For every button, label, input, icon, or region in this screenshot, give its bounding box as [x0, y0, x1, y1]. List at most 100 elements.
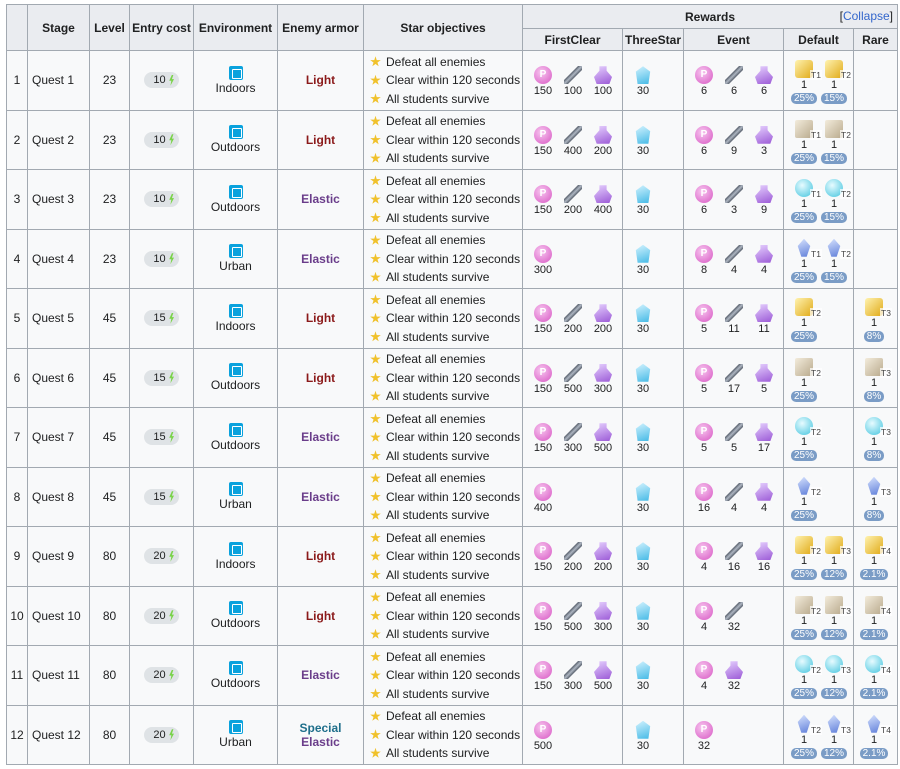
reward-item[interactable]: 500: [591, 661, 615, 693]
reward-item[interactable]: T2 1 25%: [791, 357, 822, 402]
reward-item[interactable]: P4: [692, 542, 716, 574]
reward-item[interactable]: 3: [752, 125, 776, 158]
reward-item[interactable]: T4 1 2.1%: [859, 595, 892, 640]
reward-item[interactable]: 32: [722, 661, 746, 693]
reward-item[interactable]: 200: [591, 304, 615, 336]
reward-item[interactable]: 5: [722, 423, 746, 455]
reward-item[interactable]: 11: [752, 304, 776, 336]
reward-item[interactable]: 4: [722, 482, 746, 515]
reward-item[interactable]: T3 1 8%: [862, 476, 892, 521]
reward-item[interactable]: 16: [722, 542, 746, 574]
reward-item[interactable]: P 500: [531, 720, 555, 753]
reward-item[interactable]: T2 1 25%: [791, 476, 822, 521]
reward-item[interactable]: 30: [631, 482, 655, 515]
reward-item[interactable]: T2 1 25%: [791, 417, 822, 462]
reward-item[interactable]: P 150: [531, 125, 555, 158]
reward-item[interactable]: T3 1 12%: [821, 536, 852, 581]
reward-item[interactable]: 4: [752, 244, 776, 277]
reward-item[interactable]: 16: [752, 542, 776, 574]
reward-item[interactable]: 17: [752, 423, 776, 455]
reward-item[interactable]: P 150: [531, 363, 555, 396]
reward-item[interactable]: 30: [631, 423, 655, 455]
collapse-link[interactable]: Collapse: [843, 9, 890, 23]
reward-item[interactable]: T1 1 25%: [791, 119, 822, 164]
reward-item[interactable]: T1 1 25%: [791, 238, 822, 283]
reward-item[interactable]: T4 1 2.1%: [859, 714, 892, 759]
reward-item[interactable]: P4: [692, 601, 716, 634]
reward-item[interactable]: 30: [631, 185, 655, 217]
reward-item[interactable]: 4: [722, 244, 746, 277]
reward-item[interactable]: 30: [631, 125, 655, 158]
reward-item[interactable]: P 150: [531, 542, 555, 574]
reward-item[interactable]: P 150: [531, 661, 555, 693]
reward-item[interactable]: T3 1 8%: [862, 357, 892, 402]
reward-item[interactable]: 300: [591, 363, 615, 396]
reward-item[interactable]: 3: [722, 185, 746, 217]
reward-item[interactable]: P 150: [531, 423, 555, 455]
reward-item[interactable]: P4: [692, 661, 716, 693]
reward-item[interactable]: T2 1 15%: [821, 60, 852, 105]
reward-item[interactable]: P 150: [531, 601, 555, 634]
reward-item[interactable]: T3 1 12%: [821, 595, 852, 640]
reward-item[interactable]: T3 1 12%: [821, 655, 852, 700]
reward-item[interactable]: P 400: [531, 482, 555, 515]
reward-item[interactable]: 30: [631, 304, 655, 336]
reward-item[interactable]: 4: [752, 482, 776, 515]
reward-item[interactable]: T3 1 12%: [821, 714, 852, 759]
reward-item[interactable]: P5: [692, 304, 716, 336]
reward-item[interactable]: 9: [722, 125, 746, 158]
reward-item[interactable]: 400: [591, 185, 615, 217]
reward-item[interactable]: 200: [561, 304, 585, 336]
reward-item[interactable]: 30: [631, 720, 655, 753]
reward-item[interactable]: 30: [631, 363, 655, 396]
reward-item[interactable]: 17: [722, 363, 746, 396]
reward-item[interactable]: 100: [591, 66, 615, 98]
reward-item[interactable]: T2 1 25%: [791, 298, 822, 343]
reward-item[interactable]: P 16: [692, 482, 716, 515]
reward-item[interactable]: 6: [722, 66, 746, 98]
reward-item[interactable]: P5: [692, 423, 716, 455]
reward-item[interactable]: P 32: [692, 720, 716, 753]
reward-item[interactable]: P 150: [531, 304, 555, 336]
reward-item[interactable]: 6: [752, 66, 776, 98]
reward-item[interactable]: P 150: [531, 185, 555, 217]
reward-item[interactable]: T4 1 2.1%: [859, 536, 892, 581]
reward-item[interactable]: 500: [561, 363, 585, 396]
reward-item[interactable]: T2 1 25%: [791, 655, 822, 700]
reward-item[interactable]: 500: [591, 423, 615, 455]
reward-item[interactable]: 5: [752, 363, 776, 396]
reward-item[interactable]: 30: [631, 661, 655, 693]
reward-item[interactable]: 400: [561, 125, 585, 158]
reward-item[interactable]: 32: [722, 601, 746, 634]
reward-item[interactable]: T2 1 15%: [821, 238, 852, 283]
reward-item[interactable]: 30: [631, 66, 655, 98]
reward-item[interactable]: P5: [692, 363, 716, 396]
reward-item[interactable]: 200: [591, 542, 615, 574]
reward-item[interactable]: 300: [591, 601, 615, 634]
reward-item[interactable]: P6: [692, 66, 716, 98]
reward-item[interactable]: 500: [561, 601, 585, 634]
reward-item[interactable]: 100: [561, 66, 585, 98]
reward-item[interactable]: 30: [631, 542, 655, 574]
reward-item[interactable]: 300: [561, 423, 585, 455]
reward-item[interactable]: 300: [561, 661, 585, 693]
reward-item[interactable]: 9: [752, 185, 776, 217]
reward-item[interactable]: 200: [561, 542, 585, 574]
reward-item[interactable]: T1 1 25%: [791, 60, 822, 105]
reward-item[interactable]: T4 1 2.1%: [859, 655, 892, 700]
reward-item[interactable]: T2 1 15%: [821, 119, 852, 164]
reward-item[interactable]: T3 1 8%: [862, 298, 892, 343]
reward-item[interactable]: 11: [722, 304, 746, 336]
reward-item[interactable]: T2 1 25%: [791, 714, 822, 759]
reward-item[interactable]: P6: [692, 185, 716, 217]
reward-item[interactable]: P 150: [531, 66, 555, 98]
reward-item[interactable]: T1 1 25%: [791, 179, 822, 224]
reward-item[interactable]: 200: [561, 185, 585, 217]
reward-item[interactable]: P8: [692, 244, 716, 277]
collapse-toggle[interactable]: [Collapse]: [840, 9, 893, 23]
reward-item[interactable]: P 300: [531, 244, 555, 277]
reward-item[interactable]: T2 1 25%: [791, 595, 822, 640]
reward-item[interactable]: 200: [591, 125, 615, 158]
reward-item[interactable]: P6: [692, 125, 716, 158]
reward-item[interactable]: T3 1 8%: [862, 417, 892, 462]
